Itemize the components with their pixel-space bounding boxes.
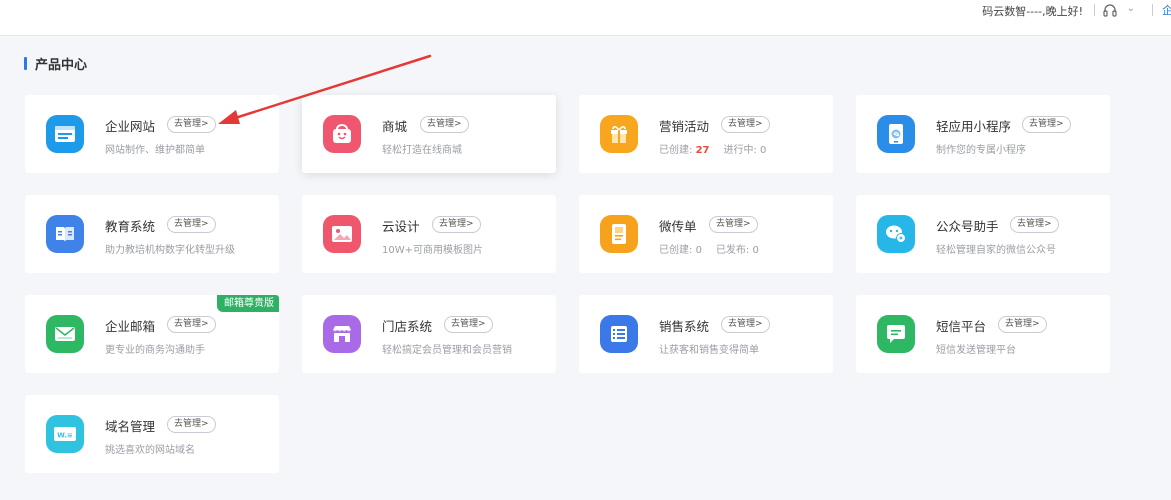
section-header: 产品中心 [24, 55, 88, 73]
product-name: 企业邮箱 [105, 319, 156, 334]
product-description: 轻松打造在线商城 [382, 145, 462, 156]
product-card-mini-program[interactable]: 轻应用小程序 去管理> 制作您的专属小程序 [856, 95, 1110, 173]
product-name: 公众号助手 [936, 219, 999, 234]
manage-button[interactable]: 去管理> [709, 216, 758, 233]
manage-button[interactable]: 去管理> [721, 316, 770, 333]
user-greeting: 码云数智----,晚上好! [982, 5, 1083, 18]
manage-button[interactable]: 去管理> [1022, 116, 1071, 133]
product-card-sales[interactable]: 销售系统 去管理> 让获客和销售变得简单 [579, 295, 833, 373]
product-name: 企业网站 [105, 119, 156, 134]
section-accent-bar [24, 56, 27, 70]
running-count: 0 [760, 145, 767, 156]
mail-icon [46, 315, 84, 353]
store-icon [323, 315, 361, 353]
product-description: 网站制作、维护都简单 [105, 145, 205, 156]
product-card-cloud-design[interactable]: 云设计 去管理> 10W+可商用模板图片 [302, 195, 556, 273]
book-icon [46, 215, 84, 253]
manage-button[interactable]: 去管理> [167, 416, 216, 433]
product-description: 10W+可商用模板图片 [382, 245, 483, 256]
product-name: 销售系统 [659, 319, 710, 334]
manage-button[interactable]: 去管理> [721, 116, 770, 133]
product-name: 商城 [382, 119, 408, 134]
manage-button[interactable]: 去管理> [420, 116, 469, 133]
product-card-store[interactable]: 门店系统 去管理> 轻松搞定会员管理和会员营销 [302, 295, 556, 373]
wechat-icon [877, 215, 915, 253]
manage-button[interactable]: 去管理> [444, 316, 493, 333]
mini-program-icon [877, 115, 915, 153]
published-label: 已发布: [715, 245, 750, 256]
manage-button[interactable]: 去管理> [167, 316, 216, 333]
product-card-marketing[interactable]: 营销活动 去管理> 已创建: 27 进行中: 0 [579, 95, 833, 173]
chevron-down-icon[interactable]: ⌄ [1127, 3, 1135, 14]
svg-text:W.≡: W.≡ [57, 432, 73, 440]
product-description: 短信发送管理平台 [936, 345, 1016, 356]
headset-icon[interactable] [1099, 1, 1121, 19]
website-icon [46, 115, 84, 153]
sms-icon [877, 315, 915, 353]
manage-button[interactable]: 去管理> [998, 316, 1047, 333]
product-name: 微传单 [659, 219, 697, 234]
divider [1094, 4, 1095, 16]
shop-bag-icon [323, 115, 361, 153]
product-card-education[interactable]: 教育系统 去管理> 助力教培机构数字化转型升级 [25, 195, 279, 273]
product-description: 让获客和销售变得简单 [659, 345, 759, 356]
product-card-official-account[interactable]: 公众号助手 去管理> 轻松管理自家的微信公众号 [856, 195, 1110, 273]
created-count: 0 [695, 245, 702, 256]
product-card-shop[interactable]: 商城 去管理> 轻松打造在线商城 [302, 95, 556, 173]
section-title: 产品中心 [35, 57, 88, 73]
product-description: 轻松搞定会员管理和会员营销 [382, 345, 512, 356]
product-name: 短信平台 [936, 319, 987, 334]
domain-icon: W.≡ [46, 415, 84, 453]
product-name: 域名管理 [105, 419, 156, 434]
top-bar: 码云数智----,晚上好! ⌄ 企 [0, 0, 1171, 36]
list-icon [600, 315, 638, 353]
product-name: 营销活动 [659, 119, 710, 134]
product-card-sms[interactable]: 短信平台 去管理> 短信发送管理平台 [856, 295, 1110, 373]
product-name: 轻应用小程序 [936, 119, 1012, 134]
divider [1152, 4, 1153, 16]
product-card-flyer[interactable]: 微传单 去管理> 已创建: 0 已发布: 0 [579, 195, 833, 273]
created-label: 已创建: [659, 145, 693, 156]
flyer-icon [600, 215, 638, 253]
published-count: 0 [752, 245, 759, 256]
image-icon [323, 215, 361, 253]
product-description: 更专业的商务沟通助手 [105, 345, 205, 356]
gift-icon [600, 115, 638, 153]
product-description: 制作您的专属小程序 [936, 145, 1026, 156]
created-count: 27 [695, 145, 710, 156]
manage-button[interactable]: 去管理> [432, 216, 481, 233]
enterprise-link[interactable]: 企 [1162, 2, 1171, 18]
manage-button[interactable]: 去管理> [167, 116, 216, 133]
product-description: 轻松管理自家的微信公众号 [936, 245, 1056, 256]
running-label: 进行中: [723, 145, 757, 156]
manage-button[interactable]: 去管理> [1010, 216, 1059, 233]
product-name: 云设计 [382, 219, 420, 234]
premium-badge: 邮箱尊贵版 [217, 295, 279, 312]
product-stats: 已创建: 0 已发布: 0 [659, 241, 759, 256]
product-name: 教育系统 [105, 219, 156, 234]
product-card-domain[interactable]: W.≡ 域名管理 去管理> 挑选喜欢的网站域名 [25, 395, 279, 473]
product-description: 助力教培机构数字化转型升级 [105, 245, 235, 256]
manage-button[interactable]: 去管理> [167, 216, 216, 233]
product-card-email[interactable]: 企业邮箱 去管理> 更专业的商务沟通助手 邮箱尊贵版 [25, 295, 279, 373]
product-name: 门店系统 [382, 319, 433, 334]
product-description: 挑选喜欢的网站域名 [105, 445, 195, 456]
product-stats: 已创建: 27 进行中: 0 [659, 141, 766, 156]
product-card-website[interactable]: 企业网站 去管理> 网站制作、维护都简单 [25, 95, 279, 173]
created-label: 已创建: [659, 245, 693, 256]
